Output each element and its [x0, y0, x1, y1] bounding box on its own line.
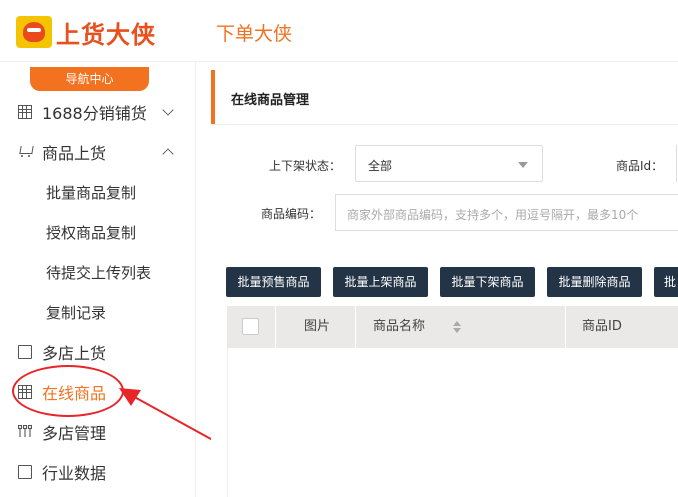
sidebar-subitem-copy-records[interactable]: 复制记录 [46, 302, 106, 323]
batch-list-button[interactable]: 批量上架商品 [333, 267, 428, 297]
column-divider [565, 306, 566, 348]
sidebar-subitem-authorized-copy[interactable]: 授权商品复制 [46, 222, 136, 243]
logo-text: 上货大侠 [56, 20, 156, 49]
sidebar-item-industry-data[interactable]: 行业数据 [0, 452, 196, 492]
clipboard-icon [18, 465, 32, 479]
batch-delist-button[interactable]: 批量下架商品 [440, 267, 535, 297]
sidebar-item-label: 行业数据 [42, 464, 107, 483]
cart-icon [18, 145, 32, 159]
logo-mascot-icon [16, 16, 52, 48]
sidebar-subitem-pending-upload[interactable]: 待提交上传列表 [46, 262, 151, 283]
table-header: 图片 商品名称 商品ID [227, 306, 678, 348]
column-header-product-id: 商品ID [582, 319, 622, 334]
sidebar-item-1688-distribution[interactable]: 1688分销铺货 [0, 92, 196, 132]
annotation-arrow-icon [119, 388, 221, 445]
product-code-input[interactable]: 商家外部商品编码，支持多个，用逗号隔开，最多10个 [335, 194, 678, 231]
page-title: 在线商品管理 [231, 93, 310, 108]
batch-more-button[interactable]: 批 [654, 267, 678, 297]
select-all-checkbox[interactable] [242, 318, 259, 335]
chevron-down-icon [162, 104, 174, 116]
sidebar-subitem-batch-copy[interactable]: 批量商品复制 [46, 182, 136, 203]
column-header-name[interactable]: 商品名称 [373, 306, 425, 348]
dropdown-caret-icon [518, 162, 528, 168]
sidebar-item-label: 1688分销铺货 [42, 104, 147, 123]
chevron-up-icon [162, 148, 174, 160]
logo[interactable]: 上货大侠 [16, 14, 156, 50]
column-divider [275, 306, 276, 348]
product-code-placeholder: 商家外部商品编码，支持多个，用逗号隔开，最多10个 [347, 208, 639, 222]
document-icon [18, 345, 32, 359]
panel-header: 在线商品管理 [211, 70, 678, 124]
sidebar-item-multi-store-upload[interactable]: 多店上货 [0, 332, 196, 372]
org-tree-icon [17, 424, 33, 439]
top-header: 上货大侠 下单大侠 [0, 0, 678, 62]
sidebar-item-label: 多店管理 [42, 424, 107, 443]
table-body [227, 348, 678, 497]
column-divider [355, 306, 356, 348]
sort-icon[interactable] [453, 321, 461, 333]
nav-center-badge: 导航中心 [30, 67, 149, 91]
status-label: 上下架状态： [269, 159, 342, 173]
batch-presale-button[interactable]: 批量预售商品 [226, 267, 321, 297]
product-code-label: 商品编码： [261, 207, 322, 221]
status-select[interactable]: 全部 [355, 145, 543, 182]
batch-delete-button[interactable]: 批量删除商品 [547, 267, 642, 297]
status-select-value: 全部 [368, 159, 393, 173]
grid-icon [18, 105, 32, 119]
app-switch-link[interactable]: 下单大侠 [216, 19, 292, 46]
sidebar-item-product-upload[interactable]: 商品上货 [0, 132, 196, 172]
column-header-image: 图片 [304, 319, 331, 334]
product-id-label: 商品Id： [616, 159, 664, 173]
sidebar-item-label: 多店上货 [42, 344, 107, 363]
annotation-circle [12, 365, 124, 417]
sidebar-item-label: 商品上货 [42, 144, 107, 163]
main-panel: 在线商品管理 上下架状态： 全部 商品Id： 商品编码： 商家外部商品编码，支持… [211, 70, 678, 497]
